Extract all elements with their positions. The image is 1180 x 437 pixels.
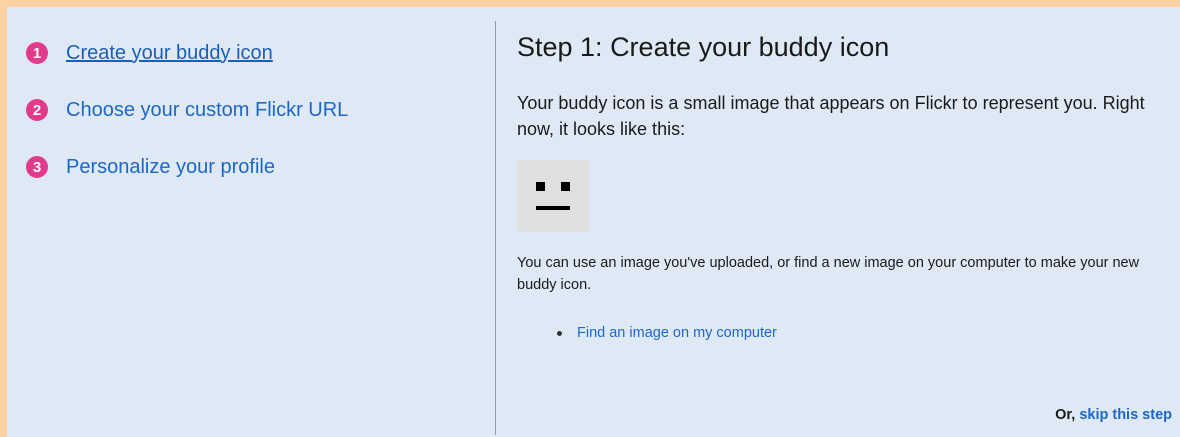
bullet-icon <box>557 330 562 336</box>
step-number-badge: 3 <box>26 156 48 178</box>
skip-prefix: Or, <box>1055 407 1076 423</box>
step-item-3[interactable]: 3 Personalize your profile <box>26 154 275 180</box>
buddy-mouth <box>536 206 570 210</box>
step-content: Step 1: Create your buddy icon Your budd… <box>517 7 1180 437</box>
step-link-personalize-profile[interactable]: Personalize your profile <box>66 156 275 179</box>
page-title: Step 1: Create your buddy icon <box>517 32 890 62</box>
steps-sidebar: 1 Create your buddy icon 2 Choose your c… <box>7 7 497 437</box>
column-divider <box>495 21 496 435</box>
buddy-right-eye <box>561 182 570 191</box>
buddy-icon-preview <box>517 160 589 232</box>
step-link-custom-url[interactable]: Choose your custom Flickr URL <box>66 99 348 122</box>
description-text: Your buddy icon is a small image that ap… <box>517 93 1145 139</box>
step-item-1[interactable]: 1 Create your buddy icon <box>26 40 273 66</box>
step-item-2[interactable]: 2 Choose your custom Flickr URL <box>26 97 348 123</box>
setup-panel: 1 Create your buddy icon 2 Choose your c… <box>0 0 1180 437</box>
skip-step-link[interactable]: skip this step <box>1079 407 1172 423</box>
skip-step-row: Or, skip this step <box>1055 407 1172 423</box>
instructions-text: You can use an image you've uploaded, or… <box>517 255 1140 293</box>
buddy-left-eye <box>536 182 545 191</box>
find-image-list-item: Find an image on my computer <box>557 325 777 341</box>
step-link-create-buddy-icon[interactable]: Create your buddy icon <box>66 42 273 65</box>
step-number-badge: 2 <box>26 99 48 121</box>
find-image-link[interactable]: Find an image on my computer <box>577 325 777 341</box>
step-number-badge: 1 <box>26 42 48 64</box>
